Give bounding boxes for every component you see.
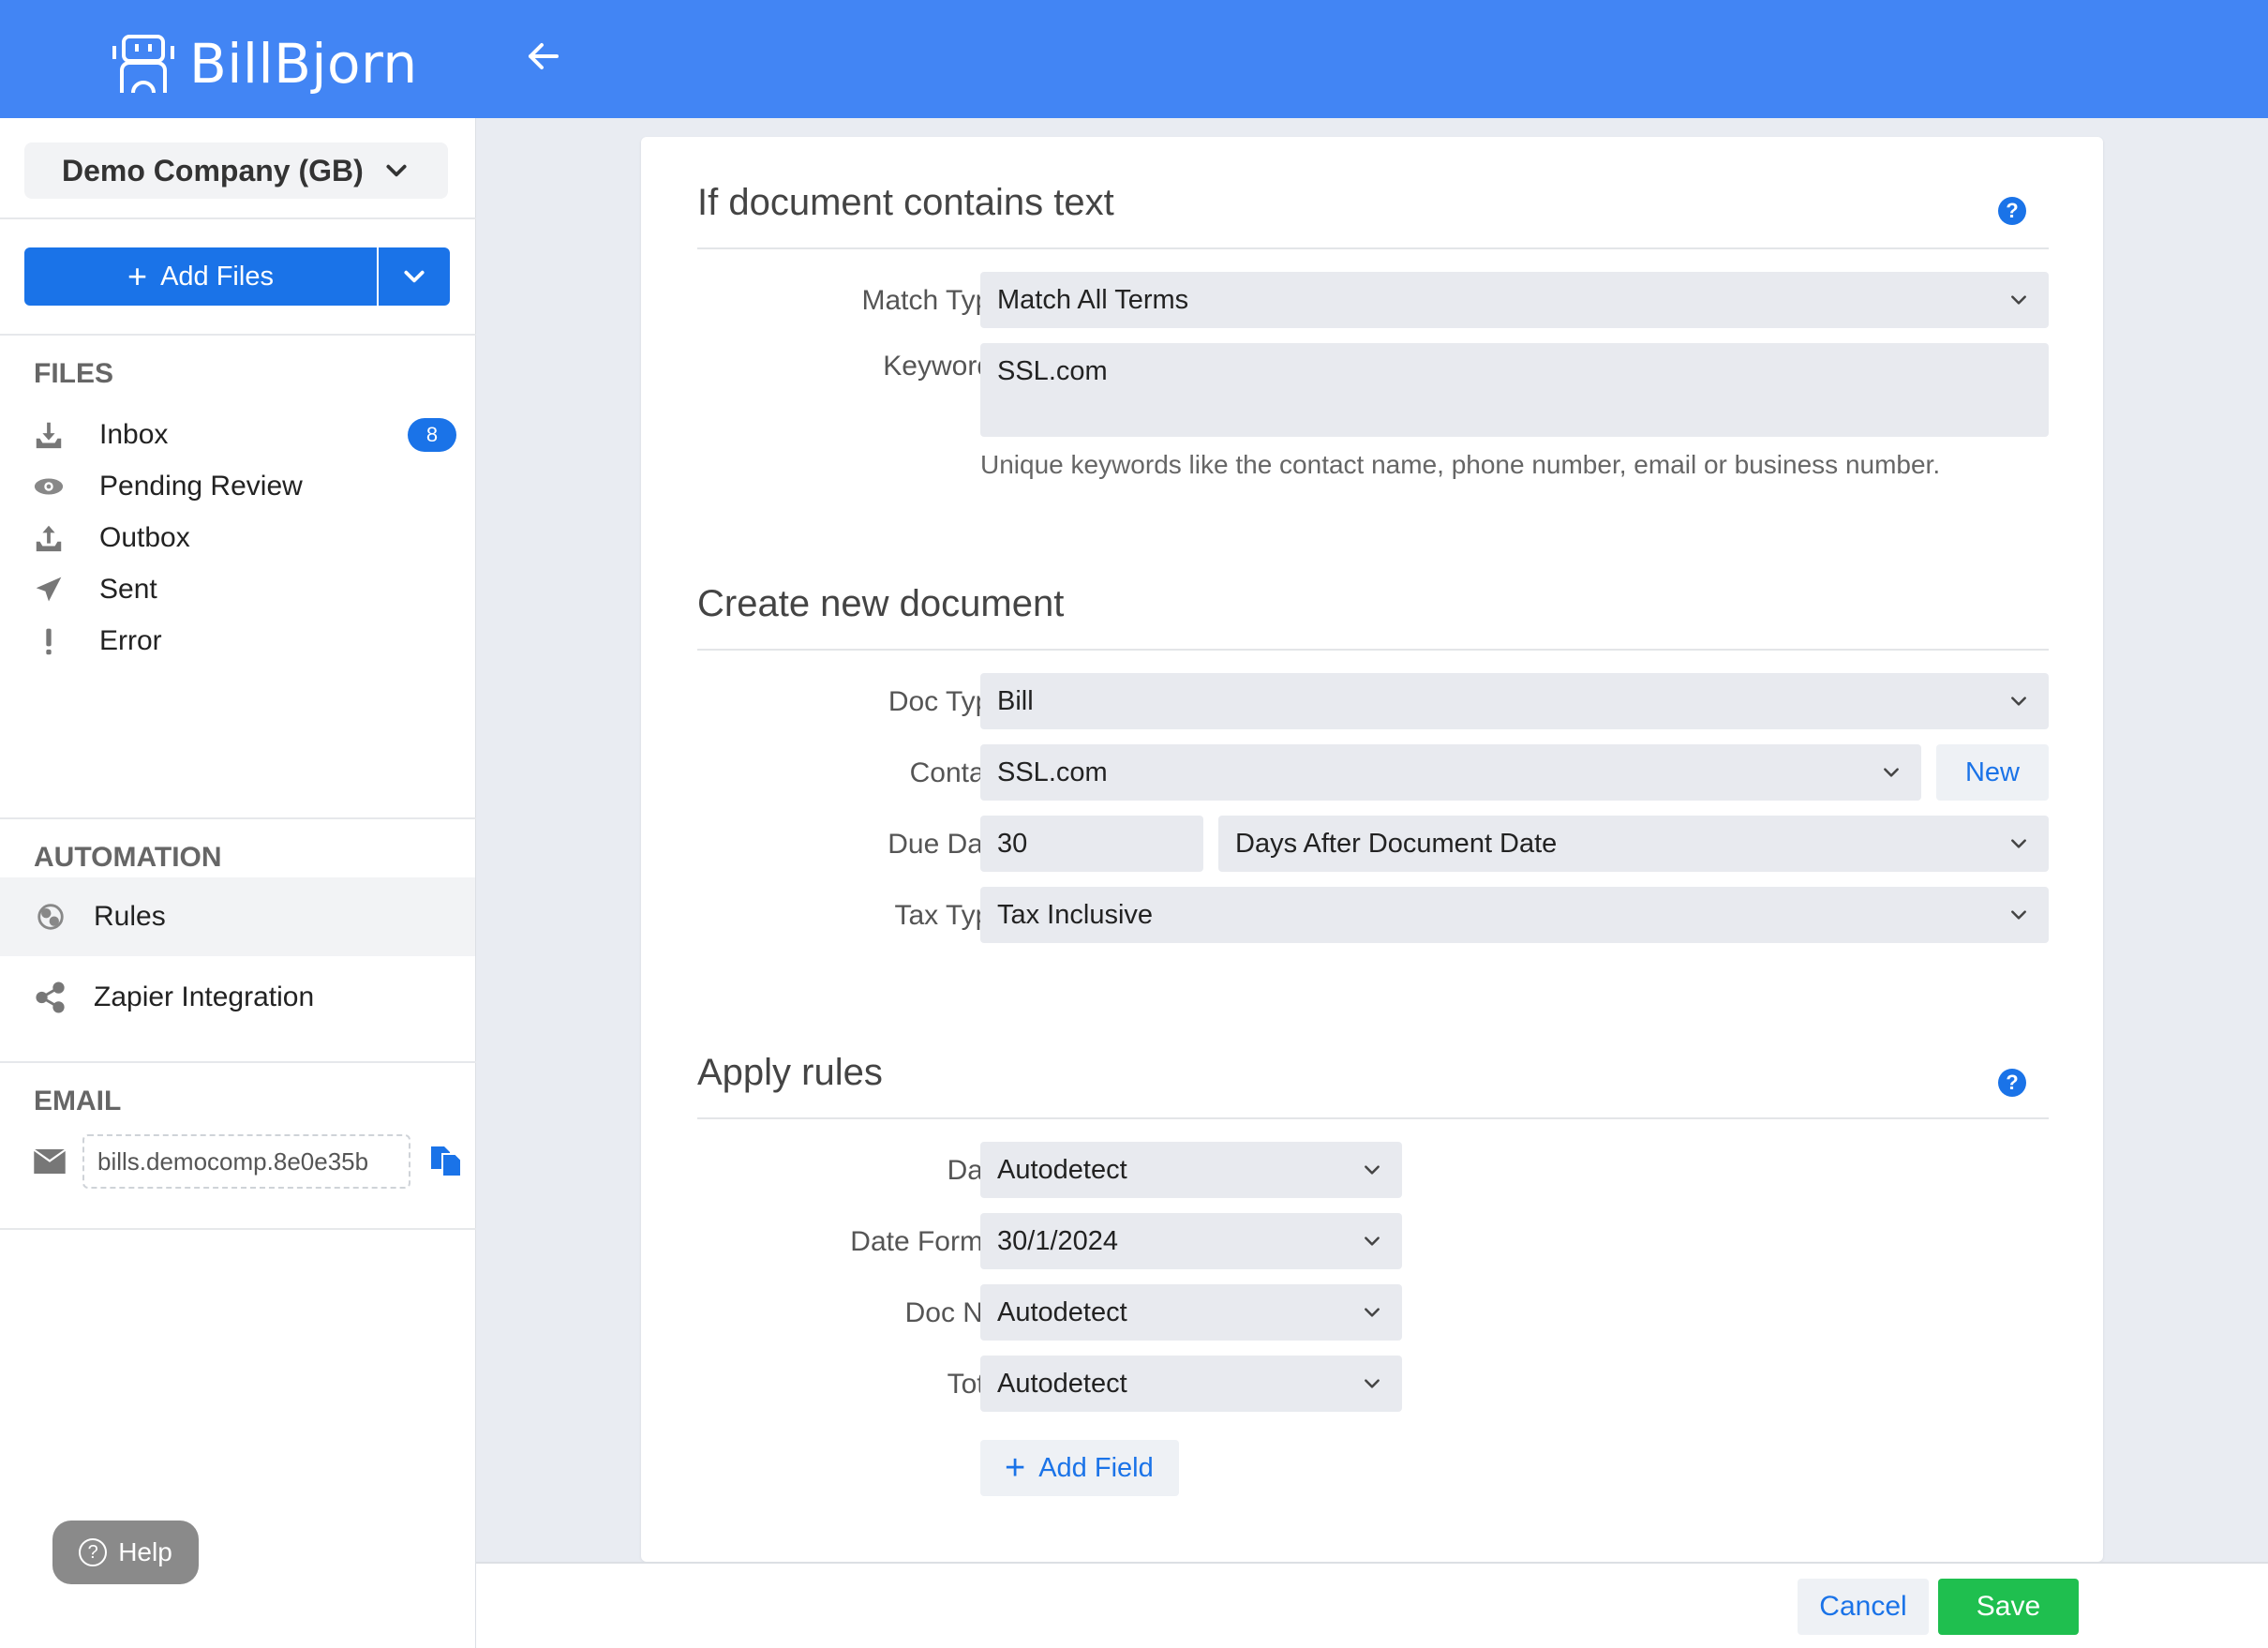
keywords-textarea[interactable]: SSL.com — [980, 343, 2049, 437]
logo[interactable]: BillBjorn — [111, 32, 418, 96]
doc-type-value: Bill — [997, 685, 1034, 716]
nav-label: Outbox — [99, 522, 190, 553]
chevron-down-icon — [1884, 768, 1899, 777]
nav-label: Sent — [99, 574, 157, 605]
keywords-hint: Unique keywords like the contact name, p… — [980, 450, 1941, 479]
rule-editor-panel: If document contains text ? Match Type M… — [641, 137, 2103, 1562]
share-icon — [34, 981, 67, 1014]
add-files-button-group: + Add Files — [24, 247, 450, 306]
top-bar: BillBjorn — [0, 0, 2268, 118]
match-type-select[interactable]: Match All Terms — [980, 272, 2049, 328]
app-name: BillBjorn — [189, 32, 418, 96]
chevron-down-icon — [2011, 910, 2026, 920]
company-name: Demo Company (GB) — [62, 153, 364, 187]
nav-item-error[interactable]: Error — [0, 602, 475, 681]
help-button[interactable]: ? Help — [52, 1521, 199, 1584]
footer-bar: Cancel Save — [476, 1562, 2268, 1648]
date-value: Autodetect — [997, 1154, 1127, 1185]
chevron-down-icon — [1365, 1236, 1380, 1246]
envelope-icon — [34, 1149, 66, 1174]
save-button[interactable]: Save — [1938, 1579, 2079, 1635]
match-type-value: Match All Terms — [997, 284, 1189, 315]
doc-type-select[interactable]: Bill — [980, 673, 2049, 729]
chevron-down-icon — [1365, 1308, 1380, 1317]
help-circle-icon[interactable]: ? — [1998, 197, 2026, 225]
chevron-down-icon — [404, 270, 425, 283]
copy-icon[interactable] — [429, 1145, 463, 1178]
add-files-label: Add Files — [160, 261, 274, 292]
divider — [0, 1061, 476, 1063]
help-label: Help — [118, 1537, 172, 1566]
back-arrow-icon[interactable] — [523, 36, 564, 77]
contact-select[interactable]: SSL.com — [980, 744, 1921, 801]
divider — [0, 334, 476, 336]
chevron-down-icon — [2011, 295, 2026, 305]
due-mode-value: Days After Document Date — [1235, 828, 1558, 859]
contact-value: SSL.com — [997, 757, 1108, 787]
add-field-label: Add Field — [1038, 1452, 1154, 1483]
tax-type-select[interactable]: Tax Inclusive — [980, 887, 2049, 943]
cancel-button[interactable]: Cancel — [1798, 1579, 1929, 1635]
plus-icon: + — [1005, 1448, 1026, 1488]
divider — [0, 1228, 476, 1230]
total-select[interactable]: Autodetect — [980, 1356, 1402, 1412]
nav-label: Rules — [94, 901, 166, 932]
chevron-down-icon — [2011, 839, 2026, 848]
section-title-create-document: Create new document — [697, 583, 1065, 624]
tax-type-value: Tax Inclusive — [997, 899, 1154, 930]
due-days-input[interactable]: 30 — [980, 816, 1203, 872]
files-section-title: FILES — [34, 358, 114, 389]
nav-label: Zapier Integration — [94, 981, 315, 1012]
email-row: bills.democomp.8e0e35b — [34, 1134, 463, 1189]
doc-no-value: Autodetect — [997, 1296, 1127, 1327]
divider — [0, 817, 476, 819]
chevron-down-icon — [1365, 1379, 1380, 1388]
email-address-field[interactable]: bills.democomp.8e0e35b — [82, 1134, 410, 1189]
email-section-title: EMAIL — [34, 1086, 122, 1116]
new-contact-button[interactable]: New — [1936, 744, 2049, 801]
divider — [697, 247, 2049, 249]
date-format-value: 30/1/2024 — [997, 1225, 1119, 1256]
nav-label: Inbox — [99, 419, 169, 450]
nav-item-rules[interactable]: Rules — [0, 877, 475, 956]
chevron-down-icon — [2011, 697, 2026, 706]
help-circle-icon[interactable]: ? — [1998, 1069, 2026, 1097]
nav-item-zapier-integration[interactable]: Zapier Integration — [0, 958, 475, 1037]
company-selector[interactable]: Demo Company (GB) — [24, 142, 448, 199]
gears-icon — [34, 900, 67, 934]
total-value: Autodetect — [997, 1368, 1127, 1399]
section-title-contains-text: If document contains text — [697, 182, 1114, 223]
doc-no-select[interactable]: Autodetect — [980, 1284, 1402, 1341]
chevron-down-icon — [1365, 1165, 1380, 1175]
date-format-select[interactable]: 30/1/2024 — [980, 1213, 1402, 1269]
chevron-down-icon — [386, 164, 407, 177]
divider — [697, 1117, 2049, 1119]
date-select[interactable]: Autodetect — [980, 1142, 1402, 1198]
sidebar: Demo Company (GB) + Add Files FILES Inbo… — [0, 118, 476, 1648]
add-field-button[interactable]: + Add Field — [980, 1440, 1179, 1496]
exclamation-icon — [32, 624, 66, 658]
question-circle-icon: ? — [79, 1538, 108, 1566]
plus-icon: + — [127, 257, 148, 295]
due-mode-select[interactable]: Days After Document Date — [1218, 816, 2049, 872]
section-title-apply-rules: Apply rules — [697, 1052, 883, 1093]
add-files-button[interactable]: + Add Files — [24, 247, 377, 306]
add-files-dropdown-toggle[interactable] — [377, 247, 450, 306]
divider — [0, 217, 476, 219]
nav-label: Error — [99, 625, 162, 656]
automation-section-title: AUTOMATION — [34, 842, 222, 873]
robot-logo-icon — [112, 35, 174, 94]
divider — [697, 649, 2049, 651]
nav-label: Pending Review — [99, 471, 303, 502]
